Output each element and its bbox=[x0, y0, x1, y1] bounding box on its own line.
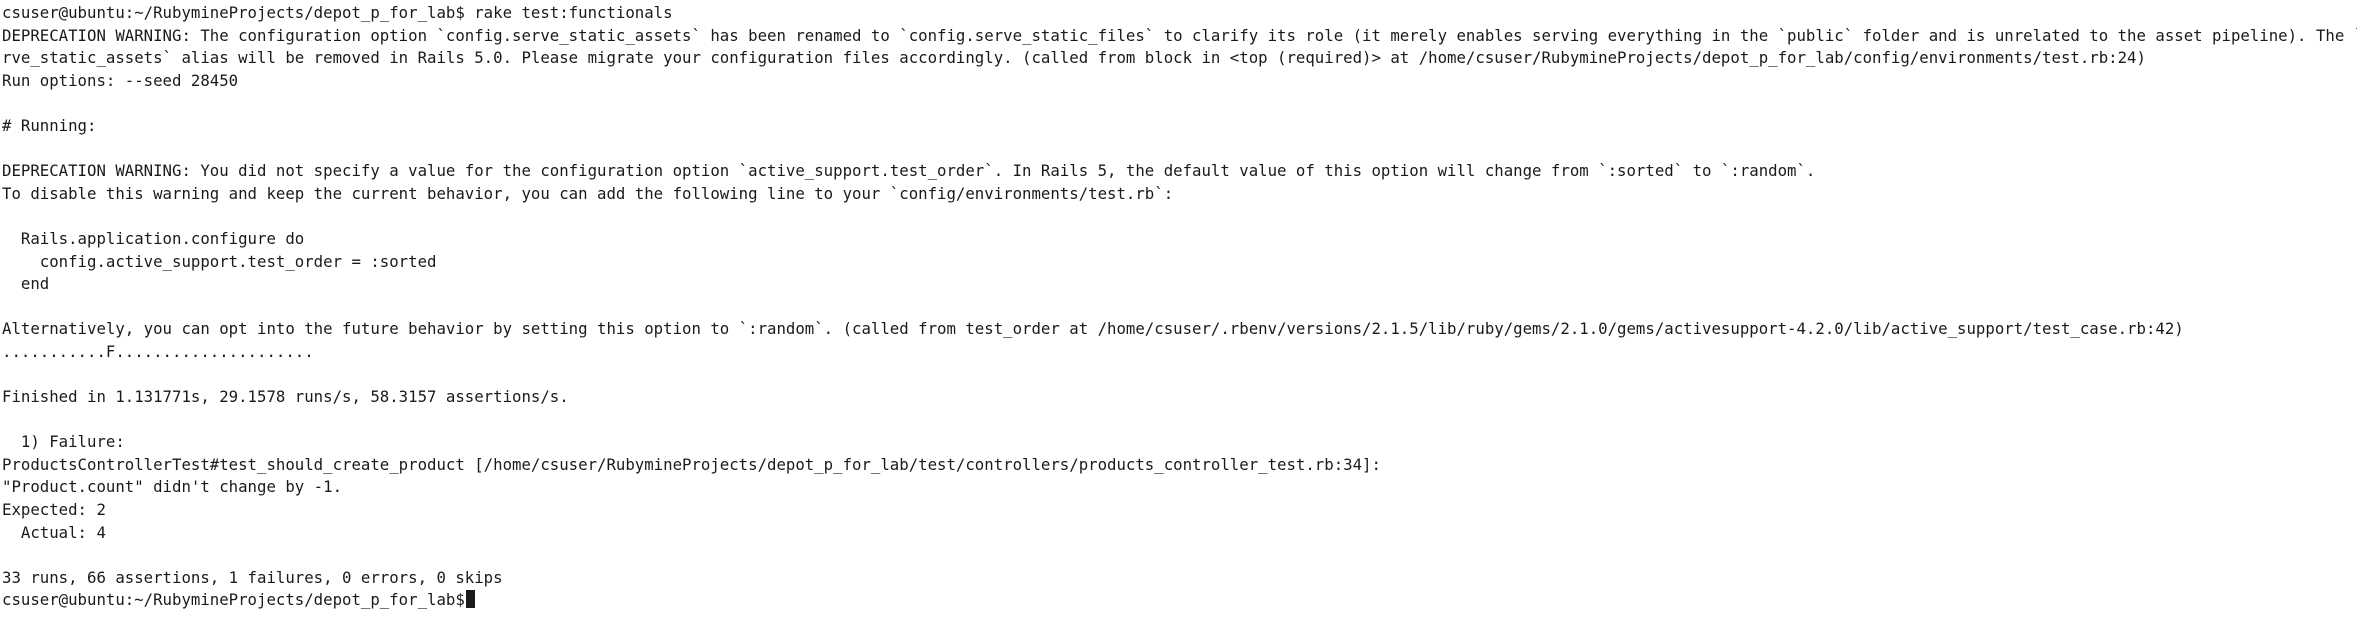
code-line: end bbox=[2, 274, 50, 294]
terminal-output[interactable]: csuser@ubuntu:~/RubymineProjects/depot_p… bbox=[0, 0, 2357, 621]
failure-header-line: 1) Failure: bbox=[2, 432, 125, 452]
output-line: To disable this warning and keep the cur… bbox=[2, 183, 1174, 203]
run-options-line: Run options: --seed 28450 bbox=[2, 70, 239, 90]
expected-value-line: Expected: 2 bbox=[2, 500, 106, 520]
code-line: Rails.application.configure do bbox=[2, 228, 305, 248]
failure-location-line: ProductsControllerTest#test_should_creat… bbox=[2, 454, 1381, 474]
output-line: Alternatively, you can opt into the futu… bbox=[2, 319, 2184, 339]
prompt-line[interactable]: csuser@ubuntu:~/RubymineProjects/depot_p… bbox=[0, 589, 2357, 612]
test-progress-line: ...........F..................... bbox=[2, 341, 314, 361]
cursor bbox=[465, 590, 475, 609]
timing-summary-line: Finished in 1.131771s, 29.1578 runs/s, 5… bbox=[2, 387, 569, 407]
prompt-text: csuser@ubuntu:~/RubymineProjects/depot_p… bbox=[2, 590, 465, 610]
deprecation-warning-line: rve_static_assets` alias will be removed… bbox=[2, 48, 2146, 68]
command-line: csuser@ubuntu:~/RubymineProjects/depot_p… bbox=[2, 3, 673, 22]
failure-message-line: "Product.count" didn't change by -1. bbox=[2, 477, 343, 497]
deprecation-warning-line: DEPRECATION WARNING: The configuration o… bbox=[2, 25, 2357, 45]
code-line: config.active_support.test_order = :sort… bbox=[2, 251, 437, 271]
deprecation-warning-line: DEPRECATION WARNING: You did not specify… bbox=[2, 161, 1816, 181]
actual-value-line: Actual: 4 bbox=[2, 522, 106, 542]
running-header-line: # Running: bbox=[2, 115, 97, 135]
test-summary-line: 33 runs, 66 assertions, 1 failures, 0 er… bbox=[2, 567, 503, 587]
